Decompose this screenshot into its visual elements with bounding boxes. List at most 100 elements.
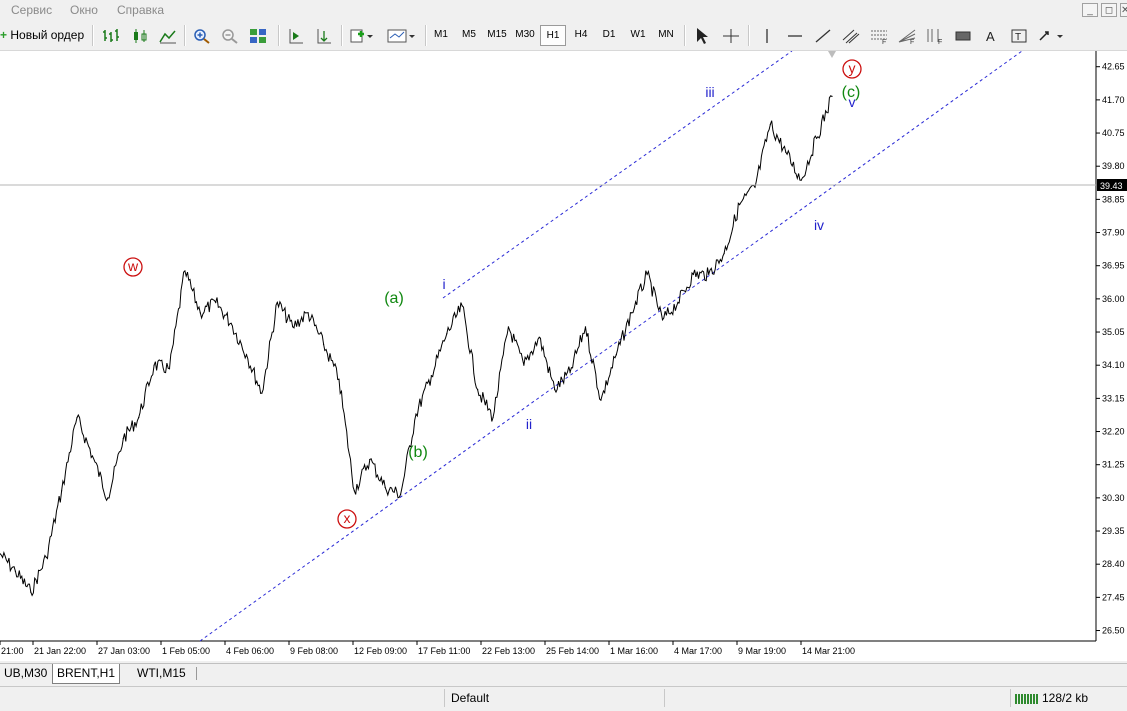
profile-status[interactable]: Default <box>444 689 671 707</box>
chart-window[interactable]: 42.65 41.70 40.75 39.80 38.85 37.90 36.95 36.00… <box>0 50 1127 661</box>
wave-labels: wxy(a)(b)(c)iiiiiiivv <box>123 59 862 529</box>
price-point <box>554 389 556 391</box>
arrows-icon[interactable] <box>1038 28 1066 44</box>
timeframe-h4-button[interactable]: H4 <box>568 25 594 46</box>
price-point <box>723 252 725 255</box>
timeframe-d1-button[interactable]: D1 <box>596 25 622 46</box>
price-tick-label: 26.50 <box>1102 626 1125 636</box>
price-point <box>492 416 494 419</box>
fibo-time-zones-icon[interactable]: F <box>926 28 944 44</box>
price-tick-label: 28.40 <box>1102 559 1125 569</box>
price-point <box>76 416 78 419</box>
price-point <box>369 458 371 461</box>
vertical-line-icon[interactable] <box>758 28 776 44</box>
time-tick-label: 4 Mar 17:00 <box>674 646 722 656</box>
text-label-icon[interactable]: T <box>1010 28 1028 44</box>
status-empty <box>144 689 264 707</box>
fibo-fan-icon[interactable]: F <box>898 28 916 44</box>
price-point <box>230 322 232 324</box>
horizontal-line-icon[interactable] <box>786 28 804 44</box>
text-icon[interactable]: A <box>982 28 1000 44</box>
time-scale: 21:00 21 Jan 22:00 27 Jan 03:00 1 Feb 05:00… <box>0 641 855 656</box>
bar-chart-icon[interactable] <box>102 28 120 44</box>
price-tick-label: 35.05 <box>1102 327 1125 337</box>
timeframe-h1-button[interactable]: H1 <box>540 25 566 46</box>
time-tick-label: 25 Feb 14:00 <box>546 646 599 656</box>
chart-shift-icon[interactable] <box>315 28 333 44</box>
price-tick-label: 30.30 <box>1102 493 1125 503</box>
time-tick-label: 14 Mar 21:00 <box>802 646 855 656</box>
timeframe-m1-button[interactable]: M1 <box>428 25 454 46</box>
price-point <box>353 490 355 492</box>
current-price-label: 39.43 <box>1100 181 1123 191</box>
menu-help[interactable]: Справка <box>117 3 164 17</box>
timeframe-m30-button[interactable]: M30 <box>512 25 538 46</box>
price-point <box>754 186 756 188</box>
restore-button[interactable]: ◻ <box>1101 3 1117 17</box>
price-point <box>692 273 694 276</box>
menu-window[interactable]: Окно <box>70 3 98 17</box>
templates-icon[interactable] <box>387 28 417 44</box>
close-button[interactable]: ✕ <box>1120 3 1127 17</box>
price-tick-label: 39.80 <box>1102 161 1125 171</box>
time-tick-label: 17 Feb 11:00 <box>418 646 470 656</box>
price-point <box>738 204 741 206</box>
price-chart[interactable]: 42.65 41.70 40.75 39.80 38.85 37.90 36.95 36.00… <box>0 50 1127 661</box>
price-point <box>322 343 325 345</box>
zoom-in-icon[interactable] <box>193 28 211 44</box>
tab-wti-m15[interactable]: WTI,M15 <box>133 664 190 683</box>
price-point <box>107 497 109 499</box>
price-point <box>569 371 571 373</box>
price-tick-label: 31.25 <box>1102 460 1125 470</box>
price-tick-label: 34.10 <box>1102 360 1125 370</box>
price-tick-label: 27.45 <box>1102 592 1125 602</box>
equidistant-channel-icon[interactable] <box>842 28 860 44</box>
channel-lower-line <box>199 50 1023 642</box>
crosshair-icon[interactable] <box>722 28 740 44</box>
fibo-retracement-icon[interactable]: F <box>870 28 888 44</box>
price-point <box>245 354 248 356</box>
price-point <box>199 312 201 314</box>
price-point <box>30 591 32 593</box>
timeframe-m5-button[interactable]: M5 <box>456 25 482 46</box>
time-tick-label: 1 Mar 16:00 <box>610 646 658 656</box>
time-tick-label: 9 Feb 08:00 <box>290 646 338 656</box>
new-order-button[interactable]: + Новый ордер <box>0 25 84 46</box>
tile-windows-icon[interactable] <box>249 28 267 44</box>
tab-brent-h1[interactable]: BRENT,H1 <box>52 664 121 684</box>
price-point <box>168 368 171 370</box>
price-point <box>138 416 140 419</box>
rectangle-icon[interactable] <box>954 28 972 44</box>
auto-scroll-icon[interactable] <box>287 28 305 44</box>
wave-label-v: v <box>849 94 856 110</box>
wave-label-w: w <box>123 257 143 277</box>
wave-label-a: (a) <box>384 290 404 307</box>
price-point <box>815 137 818 139</box>
chart-axes <box>0 51 1097 642</box>
price-point <box>292 326 294 328</box>
tab-ub-m30[interactable]: UB,M30 <box>0 664 51 683</box>
zoom-out-icon[interactable] <box>221 28 239 44</box>
price-point <box>477 389 479 391</box>
channel-upper-line <box>442 50 793 299</box>
price-point <box>338 378 340 380</box>
trendline-icon[interactable] <box>814 28 832 44</box>
price-point <box>184 270 186 272</box>
price-point <box>45 556 47 558</box>
connection-status[interactable]: 128/2 kb <box>1010 689 1127 707</box>
timeframe-mn-button[interactable]: MN <box>653 25 679 46</box>
indicators-icon[interactable] <box>350 28 374 44</box>
menu-service[interactable]: Сервис <box>11 3 52 17</box>
svg-text:A: A <box>986 29 995 44</box>
timeframe-w1-button[interactable]: W1 <box>625 25 651 46</box>
toolbar-separator <box>425 25 427 46</box>
toolbar: + Новый ордер M1 M5 M15 M30 H1 H4 D1 W1 MN F F F… <box>0 21 1127 51</box>
price-point <box>507 326 510 328</box>
price-point <box>769 123 771 125</box>
minimize-button[interactable]: _ <box>1082 3 1098 17</box>
candles-icon[interactable] <box>131 28 149 44</box>
cursor-icon[interactable] <box>694 27 710 45</box>
line-chart-icon[interactable] <box>159 28 177 44</box>
chart-tabs: UB,M30 BRENT,H1 WTI,M15 <box>0 663 1127 685</box>
timeframe-m15-button[interactable]: M15 <box>484 25 510 46</box>
